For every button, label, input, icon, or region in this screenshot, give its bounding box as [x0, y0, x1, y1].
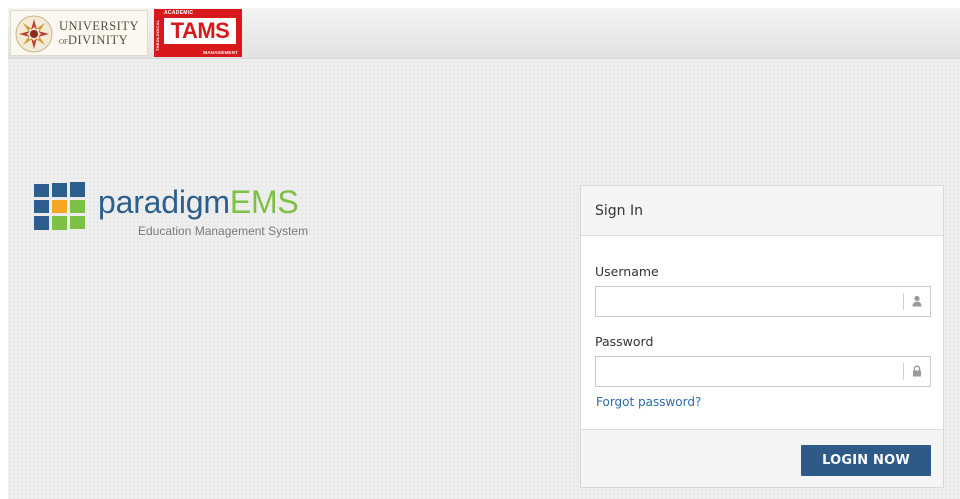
- password-addon: [903, 363, 930, 380]
- tams-logo-main-text: TAMS: [164, 18, 236, 44]
- lock-icon: [913, 365, 921, 377]
- sign-in-footer: LOGIN NOW: [581, 429, 943, 487]
- tams-logo[interactable]: THEOLOGICAL ACADEMIC TAMS MANAGEMENT: [154, 9, 242, 57]
- password-input[interactable]: [596, 357, 896, 386]
- brand-name-main: paradigm: [98, 184, 230, 220]
- username-field-wrapper: [595, 286, 931, 317]
- tams-logo-bottom-text: MANAGEMENT: [203, 50, 238, 55]
- tams-logo-top-text: ACADEMIC: [164, 10, 194, 16]
- university-logo-line1: UNIVERSITY: [59, 19, 139, 33]
- university-logo-line2: OFDIVINITY: [59, 32, 139, 47]
- tams-logo-side-text: THEOLOGICAL: [155, 19, 160, 51]
- username-input[interactable]: [596, 287, 896, 316]
- user-icon: [912, 295, 922, 307]
- password-label: Password: [595, 334, 654, 349]
- password-field-wrapper: [595, 356, 931, 387]
- top-bar: UNIVERSITY OFDIVINITY THEOLOGICAL ACADEM…: [8, 8, 960, 59]
- paradigm-ems-name: paradigmEMS: [98, 184, 299, 220]
- username-addon: [903, 293, 930, 310]
- university-of-divinity-logo[interactable]: UNIVERSITY OFDIVINITY: [10, 10, 148, 56]
- sign-in-panel: Sign In Username Password Forgot passwor…: [580, 185, 944, 488]
- university-logo-divinity: DIVINITY: [67, 32, 129, 47]
- paradigm-grid-icon: [34, 182, 85, 230]
- brand-tagline: Education Management System: [138, 224, 309, 238]
- sign-in-title: Sign In: [581, 186, 943, 236]
- university-logo-of: OF: [59, 37, 68, 46]
- paradigm-ems-logo: paradigmEMS Education Management System: [34, 182, 334, 242]
- username-label: Username: [595, 264, 659, 279]
- brand-name-accent: EMS: [229, 184, 299, 220]
- forgot-password-link[interactable]: Forgot password?: [596, 395, 701, 409]
- login-now-button[interactable]: LOGIN NOW: [801, 445, 931, 476]
- page-background: UNIVERSITY OFDIVINITY THEOLOGICAL ACADEM…: [8, 8, 960, 499]
- university-seal-icon: [15, 15, 53, 53]
